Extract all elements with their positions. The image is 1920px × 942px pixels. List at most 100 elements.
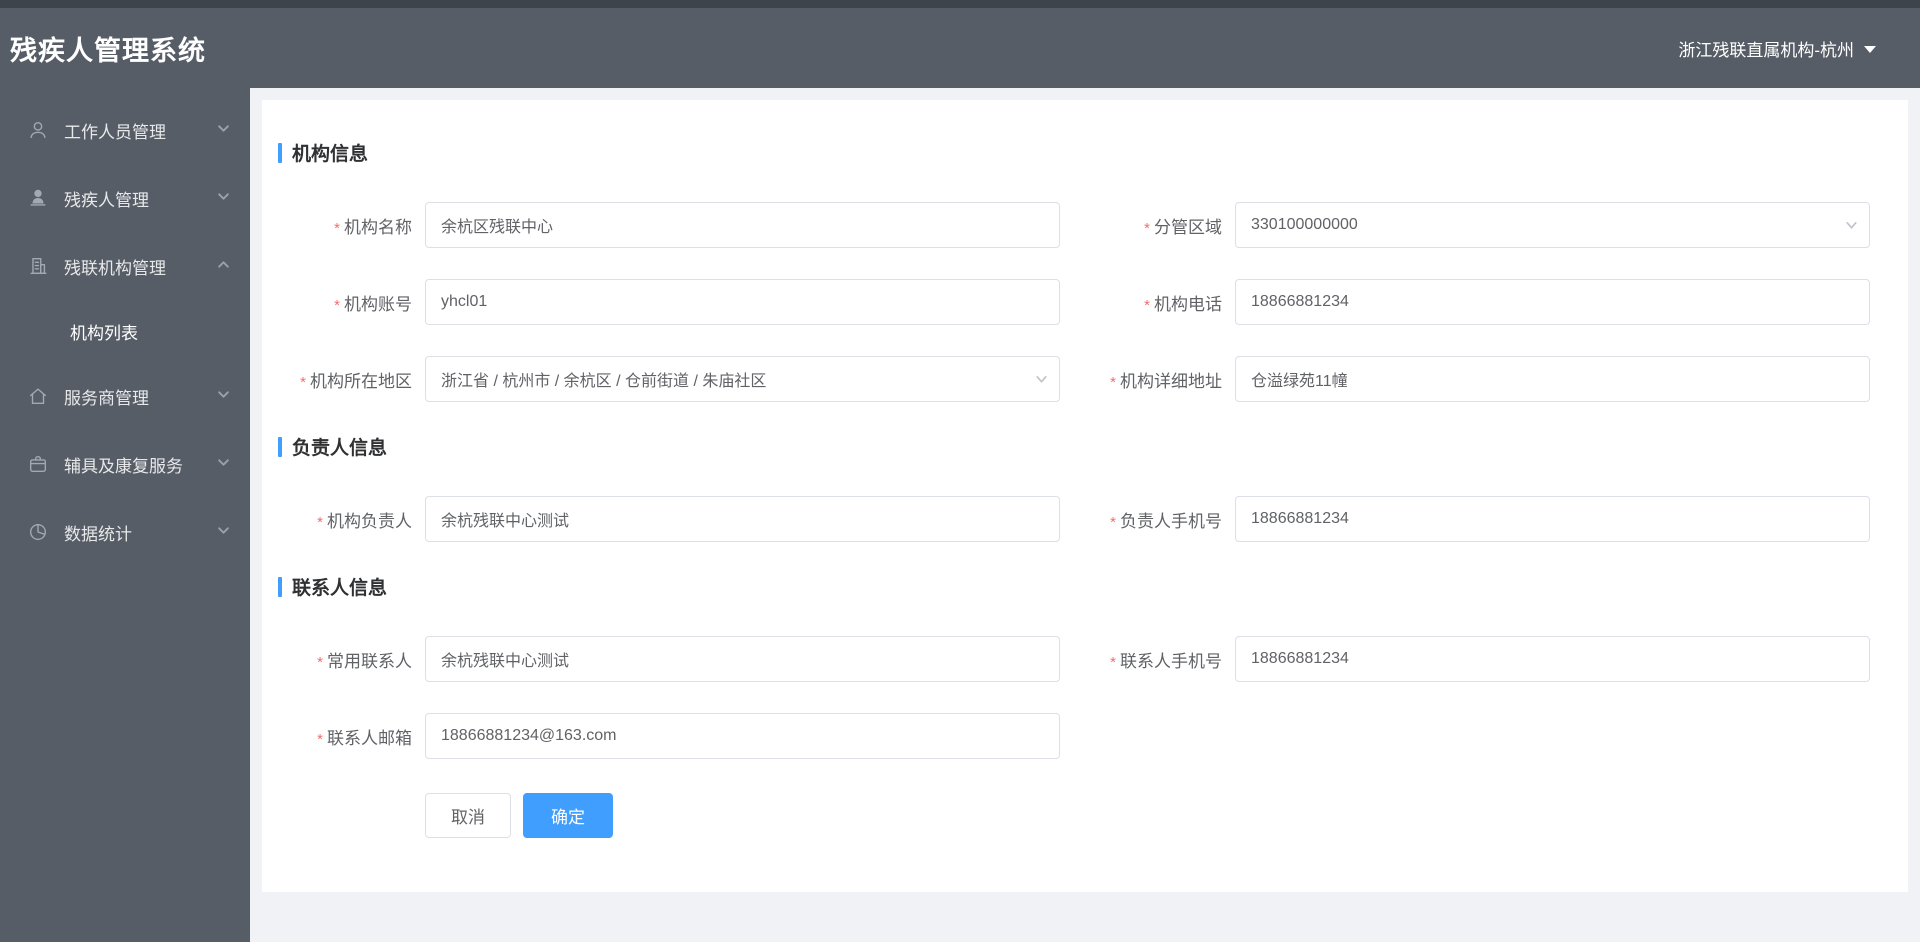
user-icon	[26, 118, 50, 142]
required-marker: *	[334, 219, 340, 237]
contact-email-input[interactable]	[425, 713, 1060, 759]
field-label: * 机构账号	[334, 294, 412, 314]
sidebar-item-disabled-management[interactable]: 残疾人管理	[0, 164, 250, 232]
section-accent-bar	[278, 142, 282, 163]
field-label: * 机构负责人	[317, 511, 412, 531]
app-header: 残疾人管理系统 浙江残联直属机构-杭州	[0, 0, 1920, 88]
field-org-leader: * 机构负责人	[278, 496, 1060, 542]
sidebar-item-staff-management[interactable]: 工作人员管理	[0, 96, 250, 164]
input-wrap	[425, 202, 1060, 248]
sidebar-item-assistive-rehab[interactable]: 辅具及康复服务	[0, 430, 250, 498]
sidebar-item-label: 残疾人管理	[64, 190, 149, 210]
app-title: 残疾人管理系统	[10, 35, 206, 66]
input-wrap	[425, 496, 1060, 542]
sidebar-item-data-statistics[interactable]: 数据统计	[0, 498, 250, 566]
caret-down-icon	[1864, 45, 1876, 53]
input-wrap	[1235, 279, 1870, 325]
org-leader-input[interactable]	[425, 496, 1060, 542]
required-marker: *	[1110, 513, 1116, 531]
section-contact-info: 联系人信息	[278, 573, 1870, 600]
chevron-down-icon	[217, 188, 230, 208]
user-filled-icon	[26, 186, 50, 210]
form-row: *机构账号 *机构电话	[278, 279, 1870, 325]
sidebar-item-label: 残联机构管理	[64, 258, 166, 278]
org-address-input[interactable]	[1235, 356, 1870, 402]
region-select[interactable]	[1235, 202, 1870, 248]
field-leader-mobile: * 负责人手机号	[1060, 496, 1870, 542]
required-marker: *	[317, 513, 323, 531]
form-row: *机构负责人 *负责人手机号	[278, 496, 1870, 542]
org-switcher-label: 浙江残联直属机构-杭州	[1678, 40, 1854, 60]
required-marker: *	[1110, 653, 1116, 671]
org-area-cascader[interactable]	[425, 356, 1060, 402]
form-row: * 联系人邮箱	[278, 713, 1870, 759]
required-marker: *	[1144, 296, 1150, 314]
confirm-button[interactable]: 确定	[523, 793, 613, 838]
field-label: * 分管区域	[1144, 217, 1222, 237]
input-wrap	[425, 713, 1060, 759]
pie-chart-icon	[26, 520, 50, 544]
input-wrap	[425, 279, 1060, 325]
chevron-down-icon	[217, 386, 230, 406]
chevron-up-icon	[217, 256, 230, 276]
field-org-phone: * 机构电话	[1060, 279, 1870, 325]
section-title: 联系人信息	[292, 578, 388, 599]
cancel-button[interactable]: 取消	[425, 793, 511, 838]
field-org-name: * 机构名称	[278, 202, 1060, 248]
chevron-down-icon	[217, 454, 230, 474]
form-actions: 取消 确定	[425, 793, 1870, 838]
required-marker: *	[317, 730, 323, 748]
form-row: *机构名称 *分管区域	[278, 202, 1870, 248]
field-label: * 联系人手机号	[1110, 651, 1222, 671]
org-switcher-dropdown[interactable]: 浙江残联直属机构-杭州	[1678, 36, 1876, 61]
required-marker: *	[1110, 373, 1116, 391]
section-leader-info: 负责人信息	[278, 433, 1870, 460]
org-name-input[interactable]	[425, 202, 1060, 248]
field-org-account: * 机构账号	[278, 279, 1060, 325]
form-row: *机构所在地区 *机构详细地址	[278, 356, 1870, 402]
field-contact-mobile: * 联系人手机号	[1060, 636, 1870, 682]
chevron-down-icon	[217, 120, 230, 140]
required-marker: *	[317, 653, 323, 671]
input-wrap	[425, 636, 1060, 682]
field-contact-person: * 常用联系人	[278, 636, 1060, 682]
form-row: *常用联系人 *联系人手机号	[278, 636, 1870, 682]
field-label: * 机构名称	[334, 217, 412, 237]
home-icon	[26, 384, 50, 408]
field-org-address: * 机构详细地址	[1060, 356, 1870, 402]
leader-mobile-input[interactable]	[1235, 496, 1870, 542]
input-wrap	[1235, 202, 1870, 248]
field-label: * 负责人手机号	[1110, 511, 1222, 531]
sidebar-subitem-org-list[interactable]: 机构列表	[0, 300, 250, 362]
chevron-down-icon	[217, 522, 230, 542]
section-title: 机构信息	[292, 144, 369, 165]
main-content: 机构信息 *机构名称 *分管区域 *机构账号	[250, 88, 1920, 942]
section-org-info: 机构信息	[278, 139, 1870, 166]
building-icon	[26, 254, 50, 278]
required-marker: *	[300, 373, 306, 391]
sidebar-item-label: 辅具及康复服务	[64, 456, 183, 476]
org-account-input[interactable]	[425, 279, 1060, 325]
section-accent-bar	[278, 436, 282, 457]
field-label: * 机构所在地区	[300, 371, 412, 391]
briefcase-icon	[26, 452, 50, 476]
input-wrap	[1235, 356, 1870, 402]
org-form-panel: 机构信息 *机构名称 *分管区域 *机构账号	[262, 100, 1908, 892]
required-marker: *	[1144, 219, 1150, 237]
org-phone-input[interactable]	[1235, 279, 1870, 325]
field-region: * 分管区域	[1060, 202, 1870, 248]
sidebar: 工作人员管理 残疾人管理 残联机构管理 机构列表 服务商管理 辅具及康复服务 数…	[0, 88, 250, 942]
field-label: * 机构详细地址	[1110, 371, 1222, 391]
contact-person-input[interactable]	[425, 636, 1060, 682]
sidebar-item-provider-management[interactable]: 服务商管理	[0, 362, 250, 430]
sidebar-item-label: 工作人员管理	[64, 122, 166, 142]
sidebar-subitem-label: 机构列表	[70, 323, 138, 343]
field-org-area: * 机构所在地区	[278, 356, 1060, 402]
section-accent-bar	[278, 576, 282, 597]
field-label: * 常用联系人	[317, 651, 412, 671]
sidebar-item-org-management[interactable]: 残联机构管理	[0, 232, 250, 300]
field-label: * 机构电话	[1144, 294, 1222, 314]
section-title: 负责人信息	[292, 438, 388, 459]
contact-mobile-input[interactable]	[1235, 636, 1870, 682]
required-marker: *	[334, 296, 340, 314]
